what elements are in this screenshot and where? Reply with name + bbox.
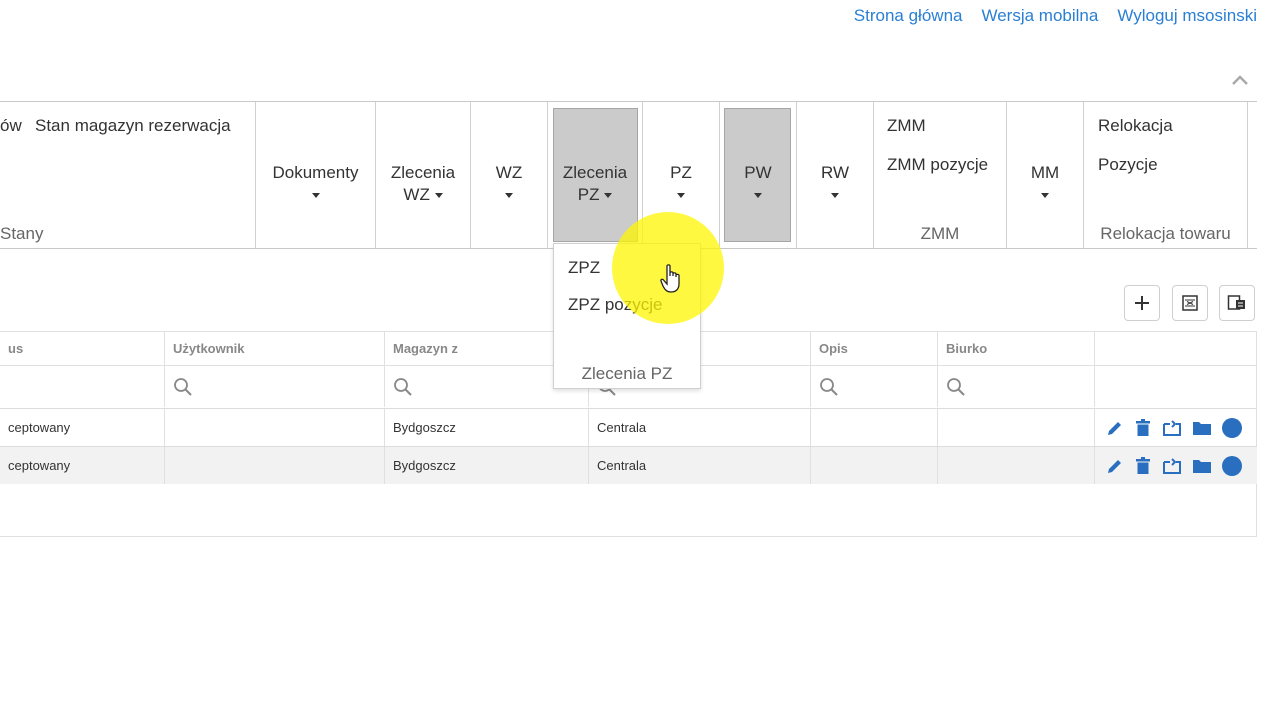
pz-label: PZ [670, 163, 692, 182]
search-icon [820, 378, 838, 396]
mobile-version-link[interactable]: Wersja mobilna [981, 6, 1098, 26]
export-xlsx-button[interactable] [1172, 285, 1208, 321]
ribbon-partial-item[interactable]: ów [0, 116, 22, 136]
column-header-opis[interactable]: Opis [811, 332, 938, 365]
zlecenia-pz-button[interactable]: Zlecenia PZ [548, 162, 642, 206]
filter-cell-opis[interactable] [811, 365, 938, 407]
caret-down-icon [754, 193, 762, 199]
caret-down-icon [434, 193, 443, 199]
dokumenty-label: Dokumenty [272, 163, 359, 182]
ribbon-group-wz: WZ [471, 102, 548, 248]
hand-cursor-icon [660, 264, 680, 293]
filter-cell-biurko[interactable] [938, 365, 1095, 407]
zlecenia-pz-label: Zlecenia [562, 163, 628, 182]
plus-icon [1135, 296, 1149, 310]
group-caption-zmm: ZMM [920, 224, 960, 243]
table-row[interactable]: ceptowany Bydgoszcz Centrala [0, 446, 1257, 484]
cell-opis [811, 447, 938, 484]
logout-link[interactable]: Wyloguj msosinski [1117, 6, 1257, 26]
dropdown-item-zpz[interactable]: ZPZ [568, 258, 600, 278]
pw-button[interactable]: PW [720, 162, 796, 206]
cell-biurko [938, 447, 1095, 484]
mm-button[interactable]: MM [1007, 162, 1083, 206]
caret-down-icon [604, 193, 613, 199]
pozycje-button[interactable]: Pozycje [1098, 155, 1158, 175]
caret-down-icon [1041, 193, 1049, 199]
edit-icon[interactable] [1105, 418, 1125, 438]
dropdown-caption: Zlecenia PZ [581, 364, 673, 383]
column-header-actions [1095, 332, 1257, 365]
cell-magazyn-z: Bydgoszcz [385, 447, 589, 484]
search-icon [947, 378, 965, 396]
status-circle-icon[interactable] [1221, 417, 1243, 439]
ribbon-group-zlecenia-wz: Zlecenia WZ [376, 102, 471, 248]
cell-uzytkownik [165, 409, 385, 446]
ribbon-group-pw: PW [720, 102, 797, 248]
cell-status: ceptowany [0, 447, 165, 484]
group-caption-stany: Stany [0, 224, 44, 243]
cell-magazyn-z: Bydgoszcz [385, 409, 589, 446]
caret-down-icon [677, 193, 685, 199]
status-circle-icon[interactable] [1221, 455, 1243, 477]
mm-label: MM [1030, 163, 1060, 182]
cell-status: ceptowany [0, 409, 165, 446]
column-chooser-button[interactable] [1219, 285, 1255, 321]
move-icon[interactable] [1161, 456, 1183, 476]
ribbon-group-zmm: ZMM ZMM pozycje ZMM [874, 102, 1007, 248]
search-icon [394, 378, 412, 396]
top-links: Strona główna Wersja mobilna Wyloguj mso… [854, 6, 1257, 26]
relokacja-button[interactable]: Relokacja [1098, 116, 1173, 136]
zlecenia-wz-label-2: WZ [403, 185, 430, 204]
column-chooser-icon [1227, 295, 1245, 310]
trash-icon[interactable] [1133, 418, 1153, 438]
ribbon-group-zlecenia-pz: Zlecenia PZ [548, 102, 643, 248]
zmm-button[interactable]: ZMM [887, 116, 926, 136]
folder-icon[interactable] [1191, 418, 1213, 438]
ribbon-group-rw: RW [797, 102, 874, 248]
wz-label: WZ [495, 163, 523, 182]
trash-icon[interactable] [1133, 456, 1153, 476]
collapse-ribbon-icon[interactable] [1229, 70, 1251, 92]
table-row[interactable]: ceptowany Bydgoszcz Centrala [0, 408, 1257, 446]
filter-cell-uzytkownik[interactable] [165, 365, 385, 407]
zlecenia-wz-label: Zlecenia [390, 163, 456, 182]
dokumenty-button[interactable]: Dokumenty [256, 162, 375, 206]
caret-down-icon [831, 193, 839, 199]
column-header-biurko[interactable]: Biurko [938, 332, 1095, 365]
xlsx-icon [1182, 295, 1198, 311]
row-actions [1105, 417, 1243, 439]
filter-cell-actions [1095, 365, 1257, 407]
rw-button[interactable]: RW [797, 162, 873, 206]
cell-magazyn-do: Centrala [589, 447, 811, 484]
cell-magazyn-do: Centrala [589, 409, 811, 446]
ribbon-group-dokumenty: Dokumenty [256, 102, 376, 248]
pw-label: PW [744, 163, 772, 182]
caret-down-icon [505, 193, 513, 199]
move-icon[interactable] [1161, 418, 1183, 438]
edit-icon[interactable] [1105, 456, 1125, 476]
group-caption-relokacja: Relokacja towaru [1100, 224, 1231, 243]
ribbon-group-relokacja: Relokacja Pozycje Relokacja towaru [1084, 102, 1248, 248]
zlecenia-wz-button[interactable]: Zlecenia WZ [376, 162, 470, 206]
pz-button[interactable]: PZ [643, 162, 719, 206]
cell-biurko [938, 409, 1095, 446]
caret-down-icon [311, 193, 320, 199]
column-header-status[interactable]: us [0, 332, 165, 365]
ribbon-group-stany: ów Stan magazyn rezerwacja Stany [0, 102, 256, 248]
ribbon-group-mm: MM [1007, 102, 1084, 248]
row-actions [1105, 455, 1243, 477]
stan-magazyn-rezerwacja-button[interactable]: Stan magazyn rezerwacja [35, 116, 231, 136]
wz-button[interactable]: WZ [471, 162, 547, 206]
home-link[interactable]: Strona główna [854, 6, 963, 26]
folder-icon[interactable] [1191, 456, 1213, 476]
cell-opis [811, 409, 938, 446]
filter-cell-status[interactable] [0, 365, 165, 407]
zmm-pozycje-button[interactable]: ZMM pozycje [887, 155, 988, 175]
search-icon [174, 378, 192, 396]
zlecenia-pz-label-2: PZ [577, 185, 600, 204]
column-header-uzytkownik[interactable]: Użytkownik [165, 332, 385, 365]
add-button[interactable] [1124, 285, 1160, 321]
rw-label: RW [820, 163, 849, 182]
cell-uzytkownik [165, 447, 385, 484]
